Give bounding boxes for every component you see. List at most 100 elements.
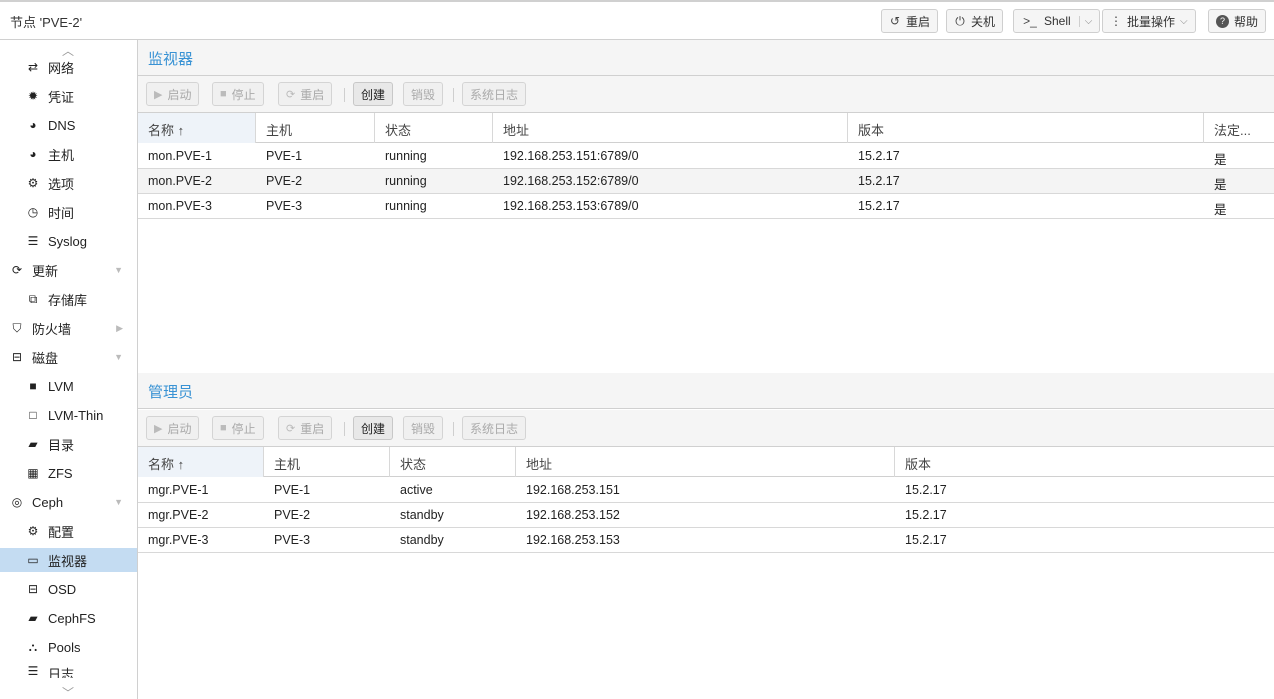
sidebar-item-label: Syslog bbox=[48, 233, 88, 249]
manager-syslog-button[interactable]: 系统日志 bbox=[462, 416, 527, 440]
reboot-button[interactable]: ↺ 重启 bbox=[881, 9, 939, 33]
manager-start-button[interactable]: ▶ 启动 bbox=[146, 416, 200, 440]
desktop-icon: ▭ bbox=[27, 553, 39, 567]
main-content: 监视器 ▶ 启动 ■ 停止 ⟳ 重启 创建 销毁 系统日志 名称 ↑ 主机 状态 地址… bbox=[138, 40, 1274, 699]
monitor-stop-button[interactable]: ■ 停止 bbox=[212, 82, 264, 106]
sidebar-item-zfs[interactable]: ▦ ZFS bbox=[0, 461, 137, 485]
monitor-syslog-button[interactable]: 系统日志 bbox=[462, 82, 527, 106]
column-name[interactable]: 名称 ↑ bbox=[138, 447, 264, 477]
shell-label: Shell bbox=[1044, 14, 1071, 28]
caret-down-icon[interactable]: ▼ bbox=[114, 265, 123, 275]
table-row[interactable]: mon.PVE-3 PVE-3 running 192.168.253.153:… bbox=[138, 194, 1274, 219]
monitor-destroy-button[interactable]: 销毁 bbox=[403, 82, 444, 106]
sidebar-item-dns[interactable]: ◕ DNS bbox=[0, 113, 137, 137]
monitor-grid-header: 名称 ↑ 主机 状态 地址 版本 法定... bbox=[138, 113, 1274, 143]
cell-name: mgr.PVE-1 bbox=[148, 483, 209, 497]
ceph-icon: ◎ bbox=[11, 495, 23, 509]
scroll-down-icon[interactable]: ﹀ bbox=[62, 684, 74, 699]
network-icon: ⇄ bbox=[27, 60, 39, 74]
sidebar-item-label: 主机 bbox=[48, 147, 75, 163]
sidebar-item-pools[interactable]: ⛬ Pools bbox=[0, 635, 137, 659]
sidebar-item-lvm[interactable]: ■ LVM bbox=[0, 374, 137, 398]
column-host[interactable]: 主机 bbox=[256, 113, 375, 143]
table-row[interactable]: mon.PVE-2 PVE-2 running 192.168.253.152:… bbox=[138, 169, 1274, 194]
sidebar: ︿ ⇄ 网络 ✹ 凭证 ◕ DNS ◕ 主机 ⚙ 选项 ◷ 时间 ☰ Syslog ⟳ 更新 ▼ … bbox=[0, 40, 138, 699]
chevron-down-icon[interactable]: ⌵ bbox=[1078, 15, 1092, 27]
sidebar-item-network[interactable]: ⇄ 网络 bbox=[0, 55, 137, 79]
column-host[interactable]: 主机 bbox=[264, 447, 390, 477]
files-icon: ⧉ bbox=[28, 291, 38, 306]
column-version[interactable]: 版本 bbox=[895, 447, 1274, 477]
cell-version: 15.2.17 bbox=[858, 174, 900, 188]
sidebar-item-label: OSD bbox=[48, 581, 77, 597]
play-icon: ▶ bbox=[154, 422, 163, 435]
sitemap-icon: ⛬ bbox=[28, 639, 38, 654]
folder-icon: ▰ bbox=[28, 611, 38, 625]
cell-status: standby bbox=[400, 508, 444, 522]
shell-button[interactable]: >_ Shell ⌵ bbox=[1013, 9, 1101, 33]
sidebar-item-options[interactable]: ⚙ 选项 bbox=[0, 171, 137, 195]
sidebar-item-hosts[interactable]: ◕ 主机 bbox=[0, 142, 137, 166]
table-row[interactable]: mgr.PVE-1 PVE-1 active 192.168.253.151 1… bbox=[138, 478, 1274, 503]
sidebar-item-osd[interactable]: ⊟ OSD bbox=[0, 577, 137, 601]
sidebar-item-label: LVM-Thin bbox=[48, 407, 104, 423]
column-status[interactable]: 状态 bbox=[375, 113, 493, 143]
caret-down-icon[interactable]: ▼ bbox=[114, 497, 123, 507]
toolbar-separator bbox=[344, 88, 345, 102]
manager-destroy-button[interactable]: 销毁 bbox=[403, 416, 444, 440]
sidebar-item-directory[interactable]: ▰ 目录 bbox=[0, 432, 137, 456]
help-button[interactable]: ? 帮助 bbox=[1208, 9, 1267, 33]
sidebar-item-configuration[interactable]: ⚙ 配置 bbox=[0, 519, 137, 543]
sidebar-item-label: 网络 bbox=[48, 60, 75, 76]
button-label: 停止 bbox=[231, 87, 256, 102]
shutdown-label: 关机 bbox=[971, 14, 996, 29]
sidebar-item-cephfs[interactable]: ▰ CephFS bbox=[0, 606, 137, 630]
sidebar-item-label: 监视器 bbox=[48, 553, 88, 569]
table-row[interactable]: mon.PVE-1 PVE-1 running 192.168.253.151:… bbox=[138, 144, 1274, 169]
sidebar-item-certificates[interactable]: ✹ 凭证 bbox=[0, 84, 137, 108]
sidebar-item-ceph[interactable]: ◎ Ceph ▼ bbox=[0, 490, 137, 514]
sidebar-item-syslog[interactable]: ☰ Syslog bbox=[0, 229, 137, 253]
sidebar-item-label: 存储库 bbox=[48, 292, 88, 308]
cell-status: standby bbox=[400, 533, 444, 547]
column-name[interactable]: 名称 ↑ bbox=[138, 113, 256, 143]
column-address[interactable]: 地址 bbox=[516, 447, 895, 477]
manager-restart-button[interactable]: ⟳ 重启 bbox=[278, 416, 333, 440]
bulk-actions-button[interactable]: ⋮ 批量操作 ⌵ bbox=[1102, 9, 1196, 33]
column-version[interactable]: 版本 bbox=[848, 113, 1204, 143]
manager-toolbar: ▶ 启动 ■ 停止 ⟳ 重启 创建 销毁 系统日志 bbox=[138, 410, 1274, 447]
monitor-start-button[interactable]: ▶ 启动 bbox=[146, 82, 200, 106]
cell-name: mon.PVE-1 bbox=[148, 149, 212, 163]
manager-stop-button[interactable]: ■ 停止 bbox=[212, 416, 264, 440]
sidebar-item-time[interactable]: ◷ 时间 bbox=[0, 200, 137, 224]
button-label: 销毁 bbox=[411, 421, 436, 436]
cell-status: running bbox=[385, 199, 427, 213]
manager-create-button[interactable]: 创建 bbox=[353, 416, 394, 440]
column-quorum[interactable]: 法定... bbox=[1204, 113, 1274, 143]
table-row[interactable]: mgr.PVE-2 PVE-2 standby 192.168.253.152 … bbox=[138, 503, 1274, 528]
column-address[interactable]: 地址 bbox=[493, 113, 848, 143]
caret-right-icon[interactable]: ▶ bbox=[116, 323, 123, 334]
caret-down-icon[interactable]: ▼ bbox=[114, 352, 123, 362]
toolbar-separator bbox=[453, 422, 454, 436]
sidebar-item-label: 凭证 bbox=[48, 89, 75, 105]
cell-status: running bbox=[385, 174, 427, 188]
cell-host: PVE-1 bbox=[274, 483, 311, 497]
monitor-restart-button[interactable]: ⟳ 重启 bbox=[278, 82, 333, 106]
cell-name: mgr.PVE-3 bbox=[148, 533, 209, 547]
sidebar-item-repositories[interactable]: ⧉ 存储库 bbox=[0, 287, 137, 311]
table-row[interactable]: mgr.PVE-3 PVE-3 standby 192.168.253.153 … bbox=[138, 528, 1274, 553]
monitor-create-button[interactable]: 创建 bbox=[353, 82, 394, 106]
sidebar-item-disks[interactable]: ⊟ 磁盘 ▼ bbox=[0, 345, 137, 369]
sidebar-item-firewall[interactable]: ⛉ 防火墙 ▶ bbox=[0, 316, 137, 340]
top-header: 节点 'PVE-2' ↺ 重启 ⏻ 关机 >_ Shell ⌵ ⋮ 批量操作 ⌵… bbox=[0, 0, 1274, 40]
toolbar-separator bbox=[344, 422, 345, 436]
cell-version: 15.2.17 bbox=[858, 149, 900, 163]
sidebar-item-lvm-thin[interactable]: □ LVM-Thin bbox=[0, 403, 137, 427]
sidebar-item-updates[interactable]: ⟳ 更新 ▼ bbox=[0, 258, 137, 282]
shutdown-button[interactable]: ⏻ 关机 bbox=[946, 9, 1004, 33]
sidebar-item-monitor[interactable]: ▭ 监视器 bbox=[0, 548, 137, 572]
column-status[interactable]: 状态 bbox=[390, 447, 516, 477]
folder-icon: ▰ bbox=[28, 437, 38, 451]
sidebar-item-log[interactable]: ☰ 日志 bbox=[0, 664, 137, 678]
